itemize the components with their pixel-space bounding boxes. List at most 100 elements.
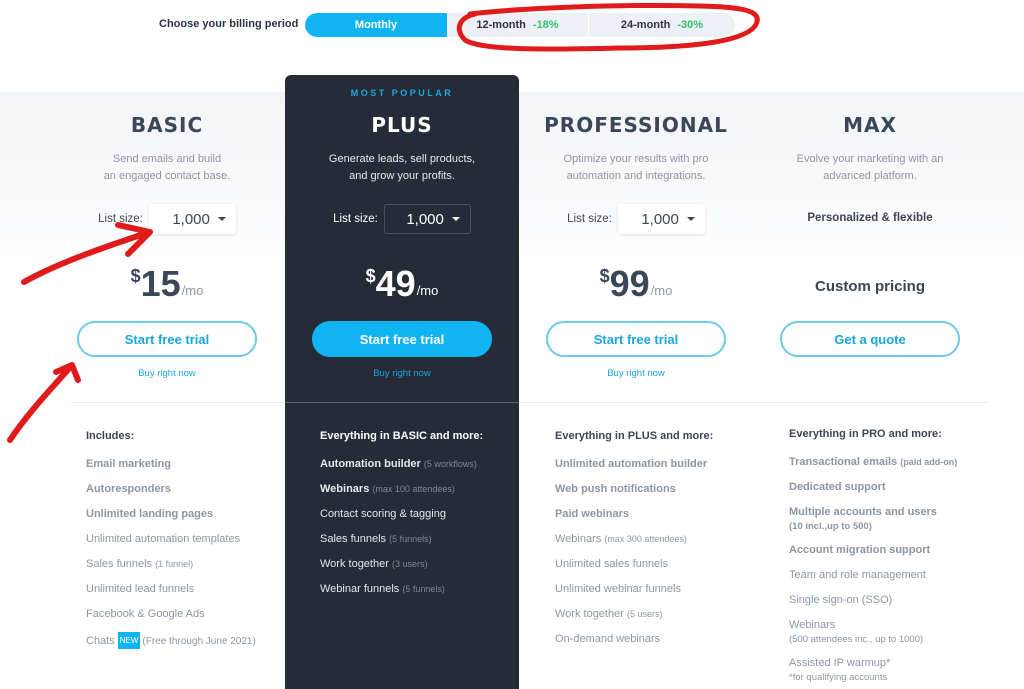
- feature-text: Work together: [555, 608, 624, 620]
- feature-subnote: *for qualifying accounts: [789, 672, 888, 683]
- feature-text: Unlimited automation builder: [555, 458, 708, 470]
- period-label: 12-month: [476, 19, 526, 31]
- list-size-value: 1,000: [641, 210, 679, 228]
- plan-price: $ 15 /mo: [50, 264, 284, 304]
- plan-description-line: Send emails and build: [112, 153, 222, 165]
- features-list-plus: Everything in BASIC and more: Automation…: [285, 430, 519, 607]
- price-period: /mo: [416, 283, 439, 298]
- feature-item: Autoresponders: [86, 482, 285, 497]
- list-size-value: 1,000: [172, 210, 210, 228]
- price-amount: 15: [140, 263, 181, 304]
- start-free-trial-button[interactable]: Start free trial: [77, 321, 257, 357]
- feature-item: Web push notifications: [555, 482, 754, 497]
- buy-right-now-link[interactable]: Buy right now: [285, 368, 519, 379]
- feature-item: Webinar funnels (5 funnels): [320, 582, 519, 597]
- chevron-down-icon: [217, 217, 226, 221]
- feature-item: Multiple accounts and users (10 incl.,up …: [789, 505, 988, 533]
- feature-item: Paid webinars: [555, 507, 754, 522]
- feature-text: Multiple accounts and users: [789, 506, 937, 518]
- plan-description-line: advanced platform.: [823, 170, 917, 182]
- plan-description: Generate leads, sell products, and grow …: [285, 151, 519, 185]
- feature-text: Dedicated support: [789, 481, 886, 493]
- chevron-down-icon: [451, 217, 460, 221]
- buy-right-now-link[interactable]: Buy right now: [519, 368, 753, 379]
- feature-item: Unlimited lead funnels: [86, 582, 285, 597]
- period-24-month[interactable]: 24-month -30%: [589, 13, 735, 37]
- custom-pricing-label: Custom pricing: [814, 278, 925, 295]
- feature-item: Unlimited sales funnels: [555, 557, 754, 572]
- price-period: /mo: [650, 283, 673, 298]
- plan-price: $ 49 /mo: [285, 264, 519, 304]
- feature-text: Autoresponders: [86, 483, 171, 495]
- feature-item: Automation builder (5 workflows): [320, 457, 519, 472]
- feature-text: Account migration support: [789, 544, 931, 556]
- feature-item: Webinars (max 100 attendees): [320, 482, 519, 497]
- feature-text: Work together: [320, 558, 389, 570]
- feature-text: Webinars: [320, 483, 370, 495]
- price-currency: $: [365, 266, 376, 286]
- list-size-label: List size:: [567, 213, 612, 225]
- feature-item: Facebook & Google Ads: [86, 607, 285, 622]
- feature-note: (max 300 attendees): [604, 534, 687, 544]
- plan-description-line: Evolve your marketing with an: [796, 153, 944, 165]
- plan-description-line: and grow your profits.: [349, 170, 455, 182]
- start-free-trial-button[interactable]: Start free trial: [312, 321, 492, 357]
- feature-item: Unlimited webinar funnels: [555, 582, 754, 597]
- start-free-trial-button[interactable]: Start free trial: [546, 321, 726, 357]
- feature-note: (1 funnel): [155, 559, 194, 569]
- list-size-dropdown[interactable]: 1,000: [383, 204, 471, 234]
- feature-item: Email marketing: [86, 457, 285, 472]
- feature-text: Single sign-on (SSO): [789, 594, 893, 606]
- discount-badge: -18%: [532, 19, 559, 31]
- feature-note: (paid add-on): [900, 457, 958, 467]
- feature-item: Work together (3 users): [320, 557, 519, 572]
- feature-text: Chats: [86, 635, 115, 647]
- feature-item: Sales funnels (5 funnels): [320, 532, 519, 547]
- feature-note: (Free through June 2021): [142, 636, 256, 647]
- personalized-label: Personalized & flexible: [807, 212, 933, 224]
- feature-item: Webinars (500 attendees inc., up to 1000): [789, 618, 988, 646]
- feature-text: Webinars: [789, 619, 836, 631]
- feature-item: Account migration support: [789, 543, 988, 558]
- price-currency: $: [599, 266, 610, 286]
- list-size-row: List size: 1,000: [50, 204, 284, 234]
- list-size-label: List size:: [333, 213, 378, 225]
- billing-period-bar: Choose your billing period Monthly 12-mo…: [0, 12, 1024, 38]
- feature-item: Unlimited automation templates: [86, 532, 285, 547]
- feature-item: Unlimited landing pages: [86, 507, 285, 522]
- plan-description: Send emails and build an engaged contact…: [50, 151, 284, 185]
- get-a-quote-button[interactable]: Get a quote: [780, 321, 960, 357]
- feature-text: Web push notifications: [555, 483, 676, 495]
- feature-note: (5 funnels): [389, 534, 432, 544]
- period-monthly[interactable]: Monthly: [305, 13, 447, 37]
- features-heading: Includes:: [86, 430, 135, 442]
- plan-name: BASIC: [130, 113, 204, 137]
- plan-description-line: automation and integrations.: [566, 170, 706, 182]
- price-amount: 49: [375, 263, 416, 304]
- features-list-basic: Includes: Email marketing Autoresponders…: [51, 430, 285, 659]
- list-size-row: List size: 1,000: [519, 204, 753, 234]
- feature-text: Unlimited webinar funnels: [555, 583, 681, 595]
- period-12-month[interactable]: 12-month -18%: [447, 13, 589, 37]
- feature-text: Assisted IP warmup*: [789, 657, 891, 669]
- billing-period-label: Choose your billing period: [159, 18, 299, 30]
- feature-text: Unlimited automation templates: [86, 533, 241, 545]
- feature-item: Transactional emails (paid add-on): [789, 455, 988, 470]
- feature-subnote: (500 attendees inc., up to 1000): [789, 634, 924, 645]
- list-size-dropdown[interactable]: 1,000: [148, 204, 236, 234]
- new-badge: NEW: [117, 632, 141, 649]
- feature-item: Dedicated support: [789, 480, 988, 495]
- feature-text: Sales funnels: [320, 533, 387, 545]
- buy-right-now-link[interactable]: Buy right now: [50, 368, 284, 379]
- feature-subnote: (10 incl.,up to 500): [789, 521, 872, 532]
- feature-item: Chats NEW (Free through June 2021): [86, 632, 285, 649]
- feature-text: Contact scoring & tagging: [320, 508, 446, 520]
- feature-note: (5 funnels): [402, 584, 445, 594]
- feature-item: Team and role management: [789, 568, 988, 583]
- feature-text: Unlimited sales funnels: [555, 558, 669, 570]
- list-size-dropdown[interactable]: 1,000: [617, 204, 705, 234]
- feature-text: Webinars: [555, 533, 602, 545]
- plan-price: $ 99 /mo: [519, 264, 753, 304]
- feature-text: Sales funnels: [86, 558, 153, 570]
- price-currency: $: [130, 266, 141, 286]
